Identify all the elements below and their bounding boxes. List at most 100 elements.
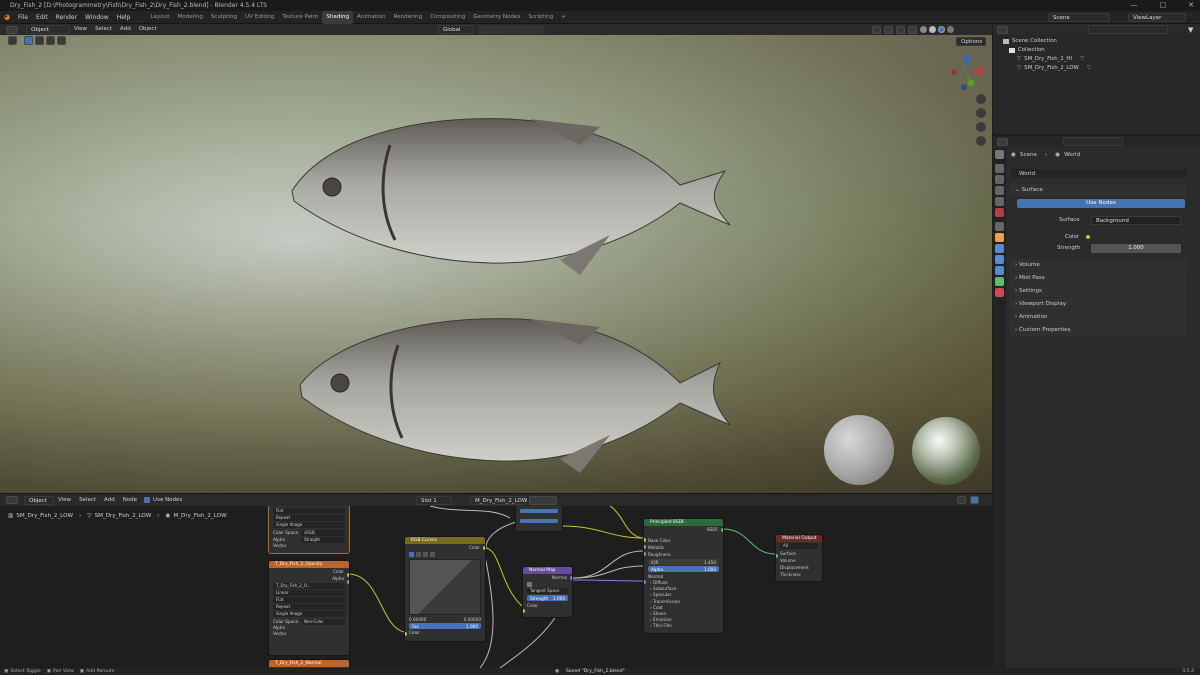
custom-properties-panel-header[interactable]: › Custom Properties xyxy=(1009,324,1187,336)
channel-g-button[interactable] xyxy=(423,552,428,557)
alpha-field[interactable]: Alpha 1.000 xyxy=(648,566,719,572)
channel-b-button[interactable] xyxy=(430,552,435,557)
select-box-icon[interactable] xyxy=(8,36,17,45)
data-tab-icon[interactable] xyxy=(995,277,1004,286)
collection-tab-icon[interactable] xyxy=(995,222,1004,231)
viewport-menu-object[interactable]: Object xyxy=(135,24,161,35)
material-selector[interactable]: M_Dry_Fish_2_LOW xyxy=(470,496,527,505)
volume-panel-header[interactable]: › Volume xyxy=(1009,259,1187,271)
viewport-display-panel-header[interactable]: › Viewport Display xyxy=(1009,298,1187,310)
normal-map-node[interactable]: Normal Map Normal Tangent Space Strength… xyxy=(522,566,573,618)
camera-view-icon[interactable] xyxy=(976,122,986,132)
node-menu-node[interactable]: Node xyxy=(119,497,141,503)
scene-selector[interactable]: Scene xyxy=(1048,13,1110,22)
pan-hand-icon[interactable] xyxy=(976,108,986,118)
principled-bsdf-node[interactable]: Principled BSDF BSDF Base Color Metallic… xyxy=(643,518,724,634)
3d-viewport[interactable]: Options xyxy=(0,35,992,493)
blender-logo-icon[interactable]: ◕ xyxy=(0,13,14,21)
material-actions[interactable] xyxy=(529,496,557,505)
fish-model-hi[interactable] xyxy=(280,75,740,295)
visibility-icon[interactable] xyxy=(872,25,881,34)
editor-type-icon[interactable] xyxy=(6,25,18,34)
node-snapping-icon[interactable] xyxy=(970,496,979,504)
outliner-scene-collection[interactable]: Scene Collection xyxy=(1003,37,1190,46)
color-output-socket[interactable] xyxy=(347,573,349,577)
workspace-tab-geometry-nodes[interactable]: Geometry Nodes xyxy=(469,11,524,24)
node-overlay-icon[interactable] xyxy=(957,496,966,504)
scene-tab-icon[interactable] xyxy=(995,197,1004,206)
normal-strength-slider[interactable]: Strength 1.000 xyxy=(527,595,568,601)
select-invert-icon[interactable] xyxy=(57,36,66,45)
viewport-menu-select[interactable]: Select xyxy=(91,24,116,35)
xray-icon[interactable] xyxy=(908,25,917,34)
constraints-tab-icon[interactable] xyxy=(995,266,1004,275)
material-slot-selector[interactable]: Slot 1 xyxy=(416,496,452,505)
image-texture-node-normal[interactable]: T_Dry_Fish_2_Normal xyxy=(268,659,350,668)
workspace-tab-animation[interactable]: Animation xyxy=(353,11,390,24)
workspace-tab-modeling[interactable]: Modeling xyxy=(173,11,206,24)
zoom-icon[interactable] xyxy=(976,94,986,104)
normal-color-input-socket[interactable] xyxy=(523,609,525,613)
add-workspace-button[interactable]: + xyxy=(557,11,570,24)
mist-pass-panel-header[interactable]: › Mist Pass xyxy=(1009,272,1187,284)
transform-orientation[interactable]: Global xyxy=(438,25,474,34)
minimize-icon[interactable]: — xyxy=(1131,0,1138,11)
outliner-editor-icon[interactable] xyxy=(997,25,1008,34)
select-new-icon[interactable] xyxy=(24,36,33,45)
select-subtract-icon[interactable] xyxy=(46,36,55,45)
workspace-tab-layout[interactable]: Layout xyxy=(146,11,173,24)
surface-shader-field[interactable]: Background xyxy=(1091,216,1181,225)
node-editor[interactable]: ▥ SM_Dry_Fish_2_LOW › ▽ SM_Dry_Fish_2_LO… xyxy=(0,506,992,668)
normal-space-selector[interactable]: Tangent Space xyxy=(527,588,568,594)
bsdf-output-socket[interactable] xyxy=(721,528,723,532)
workspace-tab-compositing[interactable]: Compositing xyxy=(426,11,469,24)
shading-material-icon[interactable] xyxy=(938,26,945,33)
node-menu-select[interactable]: Select xyxy=(75,497,100,503)
workspace-tab-scripting[interactable]: Scripting xyxy=(524,11,557,24)
snapping-controls[interactable] xyxy=(478,25,544,34)
options-button[interactable]: Options xyxy=(956,37,986,46)
workspace-tab-sculpting[interactable]: Sculpting xyxy=(207,11,241,24)
shading-solid-icon[interactable] xyxy=(929,26,936,33)
close-icon[interactable]: ✕ xyxy=(1188,0,1194,11)
gizmo-neg-z[interactable] xyxy=(961,84,967,90)
gizmo-neg-x[interactable] xyxy=(951,69,957,75)
gizmo-icon[interactable] xyxy=(884,25,893,34)
outliner-collection[interactable]: Collection xyxy=(1003,46,1190,55)
shading-wireframe-icon[interactable] xyxy=(920,26,927,33)
outliner-item[interactable]: ▽ SM_Dry_Fish_2_LOW ▽ xyxy=(1003,64,1190,73)
modifier-tab-icon[interactable] xyxy=(995,244,1004,253)
alpha-output-socket[interactable] xyxy=(347,580,349,584)
strength-field[interactable]: 1.000 xyxy=(1091,244,1181,253)
partial-texture-node[interactable] xyxy=(515,506,563,532)
filter-icon[interactable]: ▼ xyxy=(1188,26,1193,34)
menu-help[interactable]: Help xyxy=(113,11,135,24)
view-layer-tab-icon[interactable] xyxy=(995,186,1004,195)
mode-selector[interactable]: Object Mode xyxy=(26,25,70,41)
color-socket-icon[interactable] xyxy=(1086,235,1090,239)
gizmo-x-axis[interactable] xyxy=(976,67,984,75)
ior-field[interactable]: IOR 1.450 xyxy=(648,559,719,565)
maximize-icon[interactable]: □ xyxy=(1160,0,1167,11)
rgb-curves-node[interactable]: RGB Curves Color 0.00000 0.00000 Fac 1.000… xyxy=(404,536,486,642)
material-output-node[interactable]: Material Output All Surface Volume Displ… xyxy=(775,534,823,582)
fish-model-low[interactable] xyxy=(290,293,750,493)
settings-panel-header[interactable]: › Settings xyxy=(1009,285,1187,297)
shader-type-selector[interactable]: Object xyxy=(24,495,54,505)
physics-tab-icon[interactable] xyxy=(995,255,1004,264)
menu-window[interactable]: Window xyxy=(81,11,113,24)
object-tab-icon[interactable] xyxy=(995,233,1004,242)
tool-tab-icon[interactable] xyxy=(995,150,1004,159)
outliner-search-input[interactable] xyxy=(1088,25,1168,34)
world-datablock-field[interactable]: World xyxy=(1011,169,1187,178)
overlay-icon[interactable] xyxy=(896,25,905,34)
node-menu-add[interactable]: Add xyxy=(100,497,119,503)
outliner-item[interactable]: ▽ SM_Dry_Fish_2_HI ▽ xyxy=(1003,55,1190,64)
shading-rendered-icon[interactable] xyxy=(947,26,954,33)
menu-render[interactable]: Render xyxy=(52,11,81,24)
curves-output-socket[interactable] xyxy=(483,546,485,550)
bsdf-panel-thin-film[interactable]: › Thin Film xyxy=(650,623,723,629)
ortho-grid-icon[interactable] xyxy=(976,136,986,146)
view-layer-selector[interactable]: ViewLayer xyxy=(1128,13,1186,22)
viewport-menu-view[interactable]: View xyxy=(70,24,91,35)
